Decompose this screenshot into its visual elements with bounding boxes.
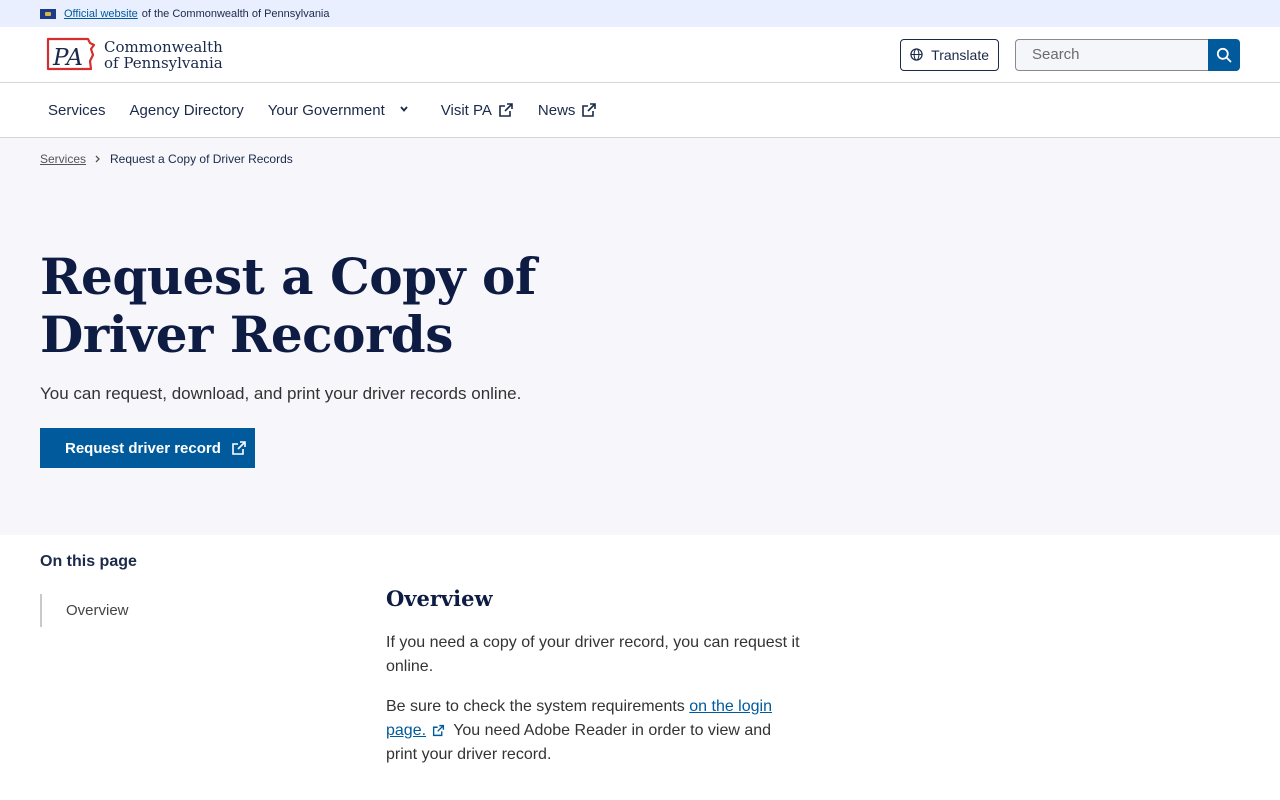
translate-label: Translate xyxy=(931,46,989,63)
logo-line-1: Commonwealth xyxy=(104,37,223,56)
globe-icon xyxy=(910,48,923,61)
official-banner-text: of the Commonwealth of Pennsylvania xyxy=(141,7,330,20)
breadcrumb: Services Request a Copy of Driver Record… xyxy=(40,152,1240,166)
external-link-icon xyxy=(499,103,513,117)
logo-line-2: of Pennsylvania xyxy=(104,53,223,72)
overview-paragraph-1: If you need a copy of your driver record… xyxy=(386,634,800,675)
pa-flag-icon xyxy=(40,8,56,19)
chevron-right-icon xyxy=(95,155,100,163)
official-website-link[interactable]: Official website xyxy=(64,8,138,20)
search-form xyxy=(1015,38,1240,71)
search-button[interactable] xyxy=(1208,38,1240,71)
request-driver-record-button[interactable]: Request driver record xyxy=(40,428,255,468)
page-subtitle: You can request, download, and print you… xyxy=(40,384,522,403)
nav-item-agency-directory[interactable]: Agency Directory xyxy=(130,102,244,119)
toc-list: Overview xyxy=(40,594,386,627)
overview-heading: Overview xyxy=(386,586,493,611)
nav-item-visit-pa[interactable]: Visit PA xyxy=(441,102,514,119)
page-title: Request a Copy of Driver Records xyxy=(40,247,536,364)
external-link-icon xyxy=(432,724,445,737)
svg-text:PA: PA xyxy=(52,45,83,71)
main-nav: Services Agency Directory Your Governmen… xyxy=(0,83,1280,138)
overview-paragraph-2: Be sure to check the system requirements… xyxy=(386,698,772,763)
cta-label: Request driver record xyxy=(65,439,221,457)
nav-item-your-government[interactable]: Your Government xyxy=(268,102,411,119)
external-link-icon xyxy=(232,441,246,455)
breadcrumb-current: Request a Copy of Driver Records xyxy=(110,152,293,166)
hero-section: Services Request a Copy of Driver Record… xyxy=(0,138,1280,535)
search-icon xyxy=(1216,47,1232,62)
on-this-page: On this page Overview xyxy=(40,553,386,767)
chevron-down-icon xyxy=(400,106,408,112)
external-link-icon xyxy=(582,103,597,117)
site-header: PA Commonwealth of Pennsylvania Translat… xyxy=(0,27,1280,83)
official-banner: Official website of the Commonwealth of … xyxy=(0,0,1280,27)
pa-logo-icon: PA xyxy=(46,37,96,71)
breadcrumb-link-services[interactable]: Services xyxy=(40,152,86,166)
nav-item-news[interactable]: News xyxy=(538,102,598,119)
toc-title: On this page xyxy=(40,553,137,570)
main-content: Overview If you need a copy of your driv… xyxy=(386,553,806,767)
pa-logo[interactable]: PA Commonwealth of Pennsylvania xyxy=(44,35,223,75)
page-content: On this page Overview Overview If you ne… xyxy=(0,535,1280,767)
nav-item-services[interactable]: Services xyxy=(48,102,106,119)
search-input[interactable] xyxy=(1015,38,1208,71)
toc-item-overview[interactable]: Overview xyxy=(66,602,386,619)
translate-button[interactable]: Translate xyxy=(900,38,999,71)
